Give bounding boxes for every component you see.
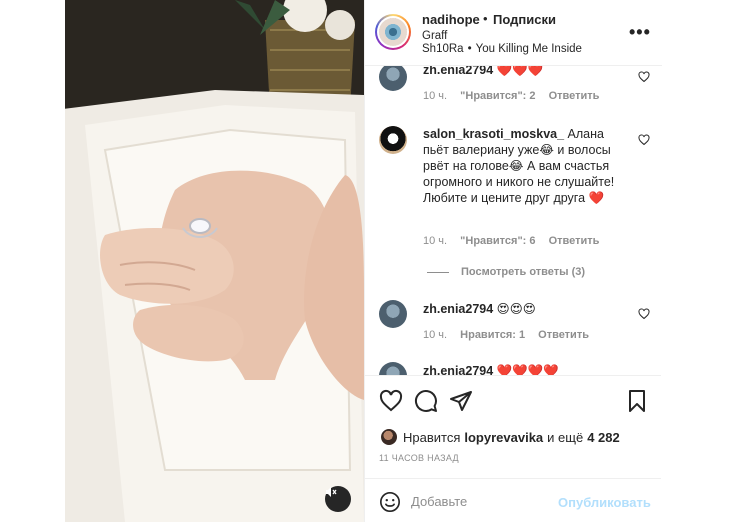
comment-username[interactable]: zh.enia2794 (423, 302, 493, 316)
likes-count[interactable]: 4 282 (587, 430, 620, 445)
comments-list[interactable]: zh.enia2794 ❤️❤️❤️ 10 ч. "Нравится": 2 О… (365, 66, 662, 375)
liker-username[interactable]: lopyrevavika (464, 430, 543, 445)
comment-avatar[interactable] (379, 300, 407, 328)
audio-artist[interactable]: Sh10Ra (422, 43, 464, 55)
post-location[interactable]: Graff (422, 30, 447, 42)
page-backdrop-right (661, 0, 730, 522)
view-replies-label[interactable]: Посмотреть ответы (3) (461, 266, 585, 278)
header-separator: • (483, 11, 488, 26)
comment-avatar[interactable] (379, 362, 407, 375)
audio-separator: • (467, 43, 472, 55)
speaker-muted-icon (326, 487, 337, 497)
post-side-panel: nadihope • Подписки Graff Sh10Ra • You Kil… (364, 0, 662, 522)
mute-toggle-button[interactable] (325, 486, 351, 512)
comment-like-icon[interactable] (638, 71, 650, 83)
post-timestamp[interactable]: 11 часов назад (379, 453, 459, 463)
comment-meta: 10 ч. Нравится: 1 Ответить (423, 329, 599, 341)
likes-summary[interactable]: Нравится lopyrevavika и ещё 4 282 (381, 427, 624, 447)
comment-likes[interactable]: Нравится: 1 (460, 329, 525, 341)
view-replies-button[interactable]: Посмотреть ответы (3) (427, 266, 585, 278)
reply-button[interactable]: Ответить (549, 235, 600, 247)
comment-username[interactable]: salon_krasoti_moskva_ (423, 127, 564, 141)
likes-middle: и ещё (547, 429, 584, 445)
comment-time[interactable]: 10 ч. (423, 90, 447, 102)
comment-likes[interactable]: "Нравится": 6 (460, 235, 535, 247)
comment-likes[interactable]: "Нравится": 2 (460, 90, 535, 102)
audio-track[interactable]: You Killing Me Inside (476, 43, 582, 55)
save-bookmark-icon[interactable] (625, 389, 649, 413)
comment-like-icon[interactable] (638, 134, 650, 146)
post-photo (65, 0, 364, 522)
comment-body: ❤️❤️❤️ (496, 66, 544, 77)
comment-username[interactable]: zh.enia2794 (423, 364, 493, 375)
comment-text: zh.enia2794 😍😍😍 (423, 301, 633, 317)
liker-avatar (381, 429, 397, 445)
following-button[interactable]: Подписки (493, 12, 556, 27)
reply-button[interactable]: Ответить (538, 329, 589, 341)
more-options-button[interactable]: ••• (629, 22, 651, 43)
emoji-smile-icon[interactable] (379, 491, 401, 513)
comment-body: 😍😍😍 (496, 302, 536, 316)
comment-username[interactable]: zh.enia2794 (423, 66, 493, 77)
share-paper-plane-icon[interactable] (449, 389, 473, 413)
reply-button[interactable]: Ответить (549, 90, 600, 102)
page-backdrop-left (0, 0, 65, 522)
author-username[interactable]: nadihope (422, 12, 480, 27)
comment-time[interactable]: 10 ч. (423, 235, 447, 247)
comment-input[interactable] (411, 489, 551, 513)
comment-time[interactable]: 10 ч. (423, 329, 447, 341)
comment-text: salon_krasoti_moskva_ Алана пьёт валериа… (423, 126, 633, 206)
comment-meta: 10 ч. "Нравится": 6 Ответить (423, 235, 609, 247)
like-heart-icon[interactable] (379, 389, 403, 413)
replies-line (427, 271, 449, 273)
comment-text: zh.enia2794 ❤️❤️❤️❤️ (423, 363, 633, 375)
likes-prefix: Нравится (403, 429, 461, 445)
post-header: nadihope • Подписки Graff Sh10Ra • You Kil… (365, 0, 662, 66)
post-media[interactable] (65, 0, 364, 522)
comment-bubble-icon[interactable] (414, 389, 438, 413)
post-actions-bar (365, 375, 662, 425)
publish-button[interactable]: Опубликовать (558, 495, 651, 510)
comment-like-icon[interactable] (638, 308, 650, 320)
comment-body: ❤️❤️❤️❤️ (496, 364, 559, 375)
add-comment-bar: Опубликовать (365, 478, 662, 522)
audio-info[interactable]: Sh10Ra • You Killing Me Inside (422, 43, 582, 55)
comment-meta: 10 ч. "Нравится": 2 Ответить (423, 90, 609, 102)
comment-avatar[interactable] (379, 126, 407, 154)
author-avatar[interactable] (375, 14, 411, 50)
comment-text: zh.enia2794 ❤️❤️❤️ (423, 66, 633, 78)
comment-avatar[interactable] (379, 66, 407, 91)
